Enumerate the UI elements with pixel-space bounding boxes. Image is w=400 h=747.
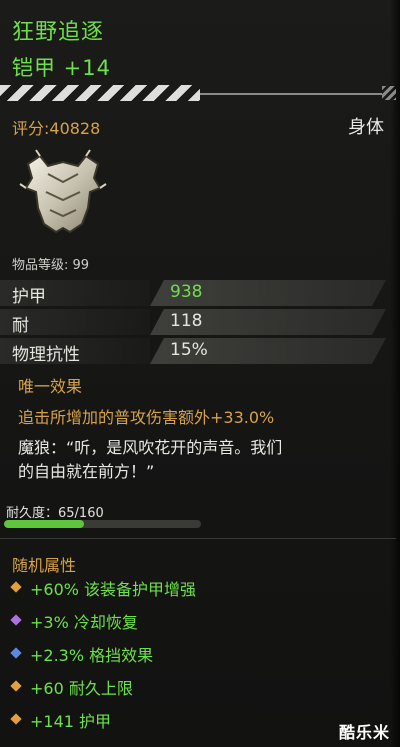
watermark: 酷乐米 bbox=[338, 723, 390, 742]
random-attribute-text: +3% 冷却恢复 bbox=[30, 613, 138, 632]
stat-value: 938 bbox=[170, 282, 203, 302]
stat-name: 耐 bbox=[12, 316, 29, 336]
stat-name: 护甲 bbox=[12, 287, 46, 307]
header-stripe bbox=[0, 85, 200, 101]
stat-row-endurance: 耐 118 bbox=[0, 309, 390, 336]
flavor-quote: 魔狼：“听，是风吹花开的声音。我们 的自由就在前方！” bbox=[18, 436, 378, 484]
gem-icon bbox=[10, 581, 22, 593]
header-stripe-tail bbox=[382, 86, 396, 100]
stat-name: 物理抗性 bbox=[12, 345, 80, 365]
random-attribute-text: +60 耐久上限 bbox=[30, 679, 133, 698]
gem-icon bbox=[10, 713, 22, 725]
random-attribute: +2.3% 格挡效果 bbox=[8, 642, 153, 666]
unique-effect-text: 追击所增加的普攻伤害额外+33.0% bbox=[18, 408, 275, 427]
item-slot: 身体 bbox=[348, 117, 384, 138]
item-level: 物品等级: 99 bbox=[12, 258, 90, 273]
item-score: 评分:40828 bbox=[12, 119, 101, 138]
random-attribute-text: +60% 该装备护甲增强 bbox=[30, 580, 197, 599]
random-attribute-text: +141 护甲 bbox=[30, 712, 112, 731]
random-attribute: +60 耐久上限 bbox=[8, 675, 133, 699]
stat-row-armor: 护甲 938 bbox=[0, 280, 390, 307]
random-attribute: +60% 该装备护甲增强 bbox=[8, 576, 196, 600]
random-attributes-title: 随机属性 bbox=[12, 556, 77, 575]
flavor-quote-line: 的自由就在前方！” bbox=[18, 462, 155, 481]
section-divider bbox=[0, 538, 396, 539]
random-attribute: +3% 冷却恢复 bbox=[8, 609, 138, 633]
flavor-quote-line: 魔狼：“听，是风吹花开的声音。我们 bbox=[18, 438, 283, 457]
durability-fill bbox=[4, 520, 85, 528]
item-type: 铠甲 +14 bbox=[12, 56, 111, 80]
gem-icon bbox=[10, 647, 22, 659]
random-attribute-text: +2.3% 格挡效果 bbox=[30, 646, 154, 665]
stat-value: 15% bbox=[170, 340, 208, 360]
random-attribute: +141 护甲 bbox=[8, 708, 111, 732]
item-name: 狂野追逐 bbox=[12, 20, 105, 45]
durability-label: 耐久度：65/160 bbox=[6, 506, 104, 521]
stat-value: 118 bbox=[170, 311, 203, 331]
item-tooltip: 狂野追逐 铠甲 +14 评分:40828 身体 物品等级: 99 护甲 938 … bbox=[0, 0, 400, 747]
stat-row-physical-resist: 物理抗性 15% bbox=[0, 338, 390, 365]
panel-edge-shadow bbox=[390, 0, 400, 747]
gem-icon bbox=[10, 614, 22, 626]
armor-icon bbox=[19, 149, 107, 234]
gem-icon bbox=[10, 680, 22, 692]
durability-bar bbox=[4, 520, 201, 528]
unique-effect-title: 唯一效果 bbox=[18, 377, 83, 396]
header-divider bbox=[200, 93, 382, 95]
